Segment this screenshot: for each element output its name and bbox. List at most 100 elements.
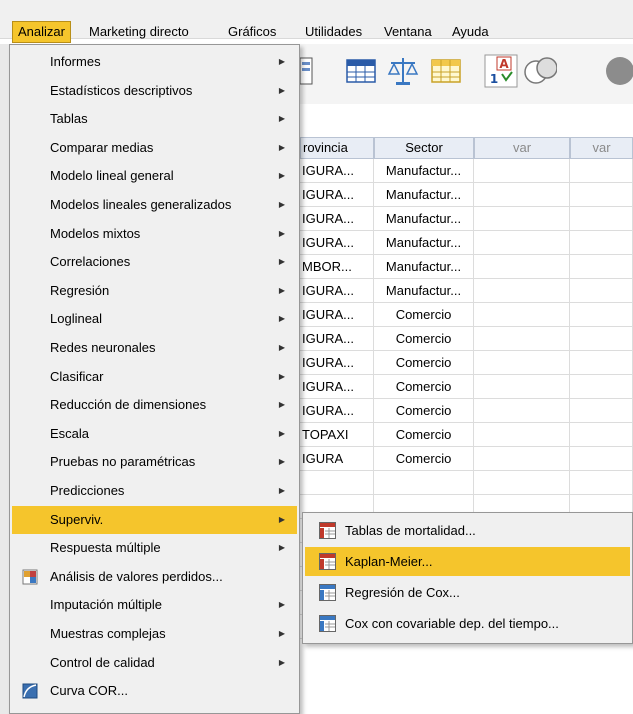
grid-cell[interactable]: [474, 351, 570, 375]
grid-cell[interactable]: [570, 423, 633, 447]
menu-item-modelos-mixtos[interactable]: Modelos mixtos ▶: [12, 220, 297, 248]
grid-cell[interactable]: [474, 231, 570, 255]
grid-cell[interactable]: Manufactur...: [374, 231, 474, 255]
grid-cell[interactable]: Manufactur...: [374, 159, 474, 183]
menu-item-analisis-de-valores-perdidos[interactable]: Análisis de valores perdidos...: [12, 563, 297, 591]
grid-cell[interactable]: [474, 183, 570, 207]
menu-item-clasificar[interactable]: Clasificar ▶: [12, 363, 297, 391]
grid-cell[interactable]: IGURA...: [300, 279, 374, 303]
grid-cell[interactable]: [374, 471, 474, 495]
menu-item-muestras-complejas[interactable]: Muestras complejas ▶: [12, 620, 297, 648]
menu-item-control-de-calidad[interactable]: Control de calidad ▶: [12, 649, 297, 677]
submenu-item-regresion-de-cox[interactable]: Regresión de Cox...: [305, 578, 630, 607]
cell-editor-bar[interactable]: [300, 104, 633, 138]
grid-cell[interactable]: [570, 447, 633, 471]
menu-item-comparar-medias[interactable]: Comparar medias ▶: [12, 134, 297, 162]
menu-item-pruebas-no-parametricas[interactable]: Pruebas no paramétricas ▶: [12, 448, 297, 476]
menubar-item-ayuda[interactable]: Ayuda: [447, 22, 494, 42]
grid-cell[interactable]: IGURA: [300, 447, 374, 471]
grid-cell[interactable]: Comercio: [374, 351, 474, 375]
menu-item-curva-cor[interactable]: Curva COR...: [12, 677, 297, 705]
grid-cell[interactable]: IGURA...: [300, 327, 374, 351]
menubar-item-utilidades[interactable]: Utilidades: [300, 22, 367, 42]
menu-item-superviv[interactable]: Superviv. ▶: [12, 505, 297, 534]
menu-item-predicciones[interactable]: Predicciones ▶: [12, 477, 297, 505]
weight-scale-icon[interactable]: [386, 54, 420, 88]
grid-cell[interactable]: [474, 207, 570, 231]
grid-cell[interactable]: [570, 399, 633, 423]
menu-item-informes[interactable]: Informes ▶: [12, 48, 297, 76]
grid-cell[interactable]: [474, 471, 570, 495]
grid-cell[interactable]: [474, 327, 570, 351]
circles-icon[interactable]: [523, 54, 557, 88]
menu-item-reduccion-de-dimensiones[interactable]: Reducción de dimensiones ▶: [12, 391, 297, 419]
grid-cell[interactable]: IGURA...: [300, 399, 374, 423]
menu-item-regresion[interactable]: Regresión ▶: [12, 277, 297, 305]
menubar-item-graficos[interactable]: Gráficos: [223, 22, 281, 42]
grid-cell[interactable]: IGURA...: [300, 351, 374, 375]
menubar-item-marketing-directo[interactable]: Marketing directo: [84, 22, 194, 42]
submenu-item-kaplan-meier[interactable]: Kaplan-Meier...: [305, 547, 630, 576]
grid-cell[interactable]: [570, 327, 633, 351]
grid-cell[interactable]: [570, 303, 633, 327]
menu-item-respuesta-multiple[interactable]: Respuesta múltiple ▶: [12, 534, 297, 562]
grid-cell[interactable]: [570, 351, 633, 375]
grid-cell[interactable]: Manufactur...: [374, 255, 474, 279]
grid-cell[interactable]: [474, 399, 570, 423]
grid-cell[interactable]: [474, 255, 570, 279]
menu-item-estadisticos-descriptivos[interactable]: Estadísticos descriptivos ▶: [12, 77, 297, 105]
column-header-var[interactable]: var: [474, 137, 570, 159]
grid-cell[interactable]: IGURA...: [300, 231, 374, 255]
grid-cell[interactable]: [570, 471, 633, 495]
grid-cell[interactable]: [570, 279, 633, 303]
menu-item-correlaciones[interactable]: Correlaciones ▶: [12, 248, 297, 276]
menu-item-modelos-lineales-generalizados[interactable]: Modelos lineales generalizados ▶: [12, 191, 297, 219]
split-table-icon[interactable]: [430, 54, 464, 88]
grid-cell[interactable]: MBOR...: [300, 255, 374, 279]
grid-cell[interactable]: [570, 231, 633, 255]
data-grid-icon[interactable]: [345, 54, 379, 88]
menu-item-escala[interactable]: Escala ▶: [12, 420, 297, 448]
grid-cell[interactable]: [570, 183, 633, 207]
column-header-sector[interactable]: Sector: [374, 137, 474, 159]
grid-cell[interactable]: IGURA...: [300, 303, 374, 327]
chart-builder-icon[interactable]: [298, 54, 332, 88]
grid-cell[interactable]: IGURA...: [300, 375, 374, 399]
column-header-var-2[interactable]: var: [570, 137, 633, 159]
submenu-item-tablas-de-mortalidad[interactable]: Tablas de mortalidad...: [305, 516, 630, 545]
value-labels-icon[interactable]: A 1: [484, 54, 518, 88]
menu-item-imputacion-multiple[interactable]: Imputación múltiple ▶: [12, 591, 297, 619]
grid-cell[interactable]: [300, 471, 374, 495]
grid-cell[interactable]: [570, 159, 633, 183]
grid-cell[interactable]: Comercio: [374, 399, 474, 423]
submenu-item-cox-con-covariable-dep-del-tiempo[interactable]: Cox con covariable dep. del tiempo...: [305, 609, 630, 638]
grid-cell[interactable]: TOPAXI: [300, 423, 374, 447]
menu-item-tablas[interactable]: Tablas ▶: [12, 105, 297, 133]
grid-cell[interactable]: [570, 375, 633, 399]
grid-cell[interactable]: [570, 255, 633, 279]
gray-circle-icon[interactable]: [600, 54, 633, 88]
menu-item-loglineal[interactable]: Loglineal ▶: [12, 305, 297, 333]
grid-cell[interactable]: IGURA...: [300, 159, 374, 183]
grid-cell[interactable]: [570, 207, 633, 231]
grid-cell[interactable]: [474, 159, 570, 183]
grid-cell[interactable]: Comercio: [374, 327, 474, 351]
grid-cell[interactable]: IGURA...: [300, 207, 374, 231]
grid-cell[interactable]: [474, 303, 570, 327]
menubar-item-analizar[interactable]: Analizar: [12, 21, 71, 43]
grid-cell[interactable]: [474, 447, 570, 471]
menubar-item-ventana[interactable]: Ventana: [379, 22, 437, 42]
grid-cell[interactable]: Comercio: [374, 375, 474, 399]
grid-cell[interactable]: IGURA...: [300, 183, 374, 207]
grid-cell[interactable]: [474, 375, 570, 399]
grid-cell[interactable]: Comercio: [374, 423, 474, 447]
grid-cell[interactable]: Comercio: [374, 303, 474, 327]
menu-item-redes-neuronales[interactable]: Redes neuronales ▶: [12, 334, 297, 362]
grid-cell[interactable]: [474, 279, 570, 303]
grid-cell[interactable]: Manufactur...: [374, 183, 474, 207]
menu-item-modelo-lineal-general[interactable]: Modelo lineal general ▶: [12, 162, 297, 190]
grid-cell[interactable]: [474, 423, 570, 447]
grid-cell[interactable]: Manufactur...: [374, 207, 474, 231]
column-header-provincia[interactable]: rovincia: [300, 137, 374, 159]
grid-cell[interactable]: Manufactur...: [374, 279, 474, 303]
